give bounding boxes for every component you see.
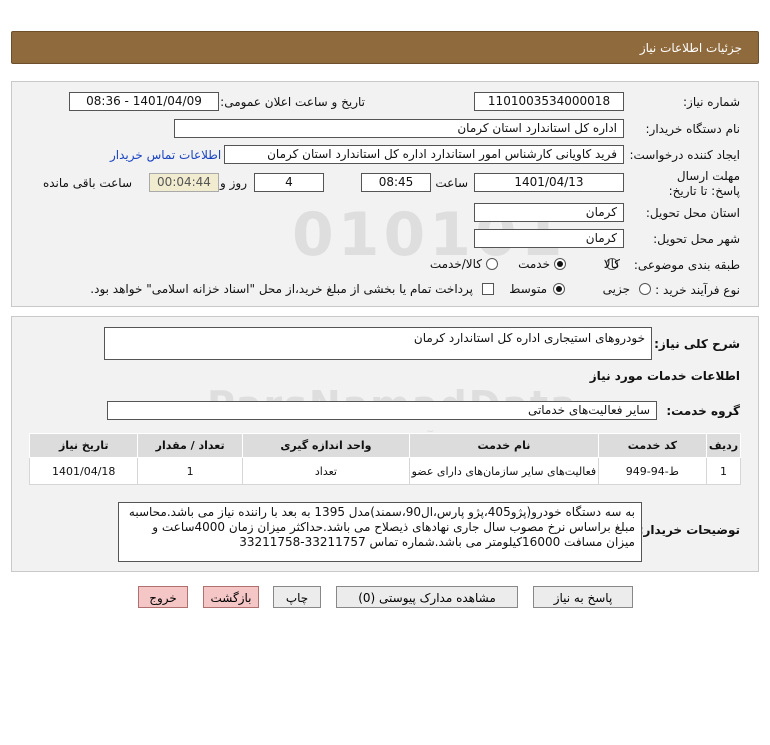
category-goods-service-radio[interactable] xyxy=(486,258,498,270)
service-group-label: گروه خدمت: xyxy=(666,404,740,418)
request-creator-field: فرید کاویانی کارشناس امور استاندارد ادار… xyxy=(224,145,624,164)
time-remaining-label: ساعت باقی مانده xyxy=(42,176,132,190)
table-header-row: ردیف کد خدمت نام خدمت واحد اندازه گیری ت… xyxy=(28,433,741,458)
cell-quantity: 1 xyxy=(137,457,243,485)
days-remaining-field: 4 xyxy=(254,173,324,192)
delivery-city-label: شهر محل تحویل: xyxy=(653,232,740,246)
need-summary-field: خودروهای استیجاری اداره کل استاندارد کرم… xyxy=(104,327,652,360)
print-button[interactable]: چاپ xyxy=(273,586,321,608)
category-goods-label: کالا xyxy=(603,257,620,271)
purchase-process-label: نوع فرآیند خرید : xyxy=(655,283,740,297)
view-attachments-button[interactable]: مشاهده مدارک پیوستی (0) xyxy=(336,586,518,608)
time-remaining-field: 00:04:44 xyxy=(149,173,219,192)
response-deadline-label: مهلت ارسال پاسخ: تا تاریخ: xyxy=(668,169,740,198)
service-group-field: سایر فعالیت‌های خدماتی xyxy=(107,401,657,420)
deadline-date-field: 1401/04/13 xyxy=(474,173,624,192)
need-summary-label: شرح کلی نیاز: xyxy=(654,337,740,351)
days-label: روز و xyxy=(220,176,247,190)
reply-to-need-button[interactable]: پاسخ به نیاز xyxy=(533,586,633,608)
buyer-contact-link[interactable]: اطلاعات تماس خریدار xyxy=(110,148,221,162)
category-service-radio[interactable] xyxy=(554,258,566,270)
services-table: ردیف کد خدمت نام خدمت واحد اندازه گیری ت… xyxy=(28,433,741,485)
treasury-payment-note: پرداخت تمام یا بخشی از مبلغ خرید،از محل … xyxy=(90,282,473,296)
process-medium-label: متوسط xyxy=(509,282,547,296)
buyer-org-field: اداره کل استاندارد استان کرمان xyxy=(174,119,624,138)
process-minor-radio[interactable] xyxy=(639,283,651,295)
process-medium-radio[interactable] xyxy=(553,283,565,295)
cell-service-name: فعالیت‌های سایر سازمان‌های دارای عضو xyxy=(409,457,599,485)
category-service-label: خدمت xyxy=(518,257,550,271)
subject-category-label: طبقه بندی موضوعی: xyxy=(633,258,740,272)
services-section-title: اطلاعات خدمات مورد نیاز xyxy=(589,369,740,383)
cell-service-code: ط-94-949 xyxy=(597,457,708,485)
col-header-quantity: تعداد / مقدار xyxy=(137,433,243,458)
delivery-province-label: استان محل تحویل: xyxy=(645,206,740,220)
buyer-org-label: نام دستگاه خریدار: xyxy=(645,122,741,136)
need-details-panel: ParsNamadData مرکز فراهم آوری اطلاعات پا… xyxy=(11,316,759,572)
announce-datetime-field: 1401/04/09 - 08:36 xyxy=(69,92,219,111)
back-button[interactable]: بازگشت xyxy=(203,586,259,608)
request-creator-label: ایجاد کننده درخواست: xyxy=(629,148,740,162)
deadline-time-field: 08:45 xyxy=(361,173,431,192)
cell-row-number: 1 xyxy=(706,457,741,485)
process-minor-label: جزیی xyxy=(602,282,630,296)
buyer-notes-label: توضیحات خریدار: xyxy=(638,523,740,537)
delivery-province-field: کرمان xyxy=(474,203,624,222)
exit-button[interactable]: خروج xyxy=(138,586,188,608)
cell-need-date: 1401/04/18 xyxy=(28,457,139,485)
col-header-service-code: کد خدمت xyxy=(597,433,708,458)
need-number-label: شماره نیاز: xyxy=(683,95,740,109)
category-goods-service-label: کالا/خدمت xyxy=(429,257,482,271)
col-header-need-date: تاریخ نیاز xyxy=(28,433,139,458)
need-number-field: 1101003534000018 xyxy=(474,92,624,111)
need-info-panel: 010101 شماره نیاز: 1101003534000018 تاری… xyxy=(11,81,759,307)
cell-unit: تعداد xyxy=(241,457,411,485)
col-header-row-number: ردیف xyxy=(706,433,741,458)
deadline-time-label: ساعت xyxy=(435,176,468,190)
page-header: جزئیات اطلاعات نیاز xyxy=(11,31,759,64)
buyer-notes-field: به سه دستگاه خودرو(پژو405،پژو پارس،ال90،… xyxy=(118,502,642,562)
treasury-payment-checkbox[interactable] xyxy=(482,283,494,295)
announce-datetime-label: تاریخ و ساعت اعلان عمومی: xyxy=(220,95,365,109)
delivery-city-field: کرمان xyxy=(474,229,624,248)
page-title: جزئیات اطلاعات نیاز xyxy=(639,41,742,55)
table-row: 1 ط-94-949 فعالیت‌های سایر سازمان‌های دا… xyxy=(28,457,741,485)
col-header-service-name: نام خدمت xyxy=(409,433,599,458)
col-header-unit: واحد اندازه گیری xyxy=(241,433,411,458)
